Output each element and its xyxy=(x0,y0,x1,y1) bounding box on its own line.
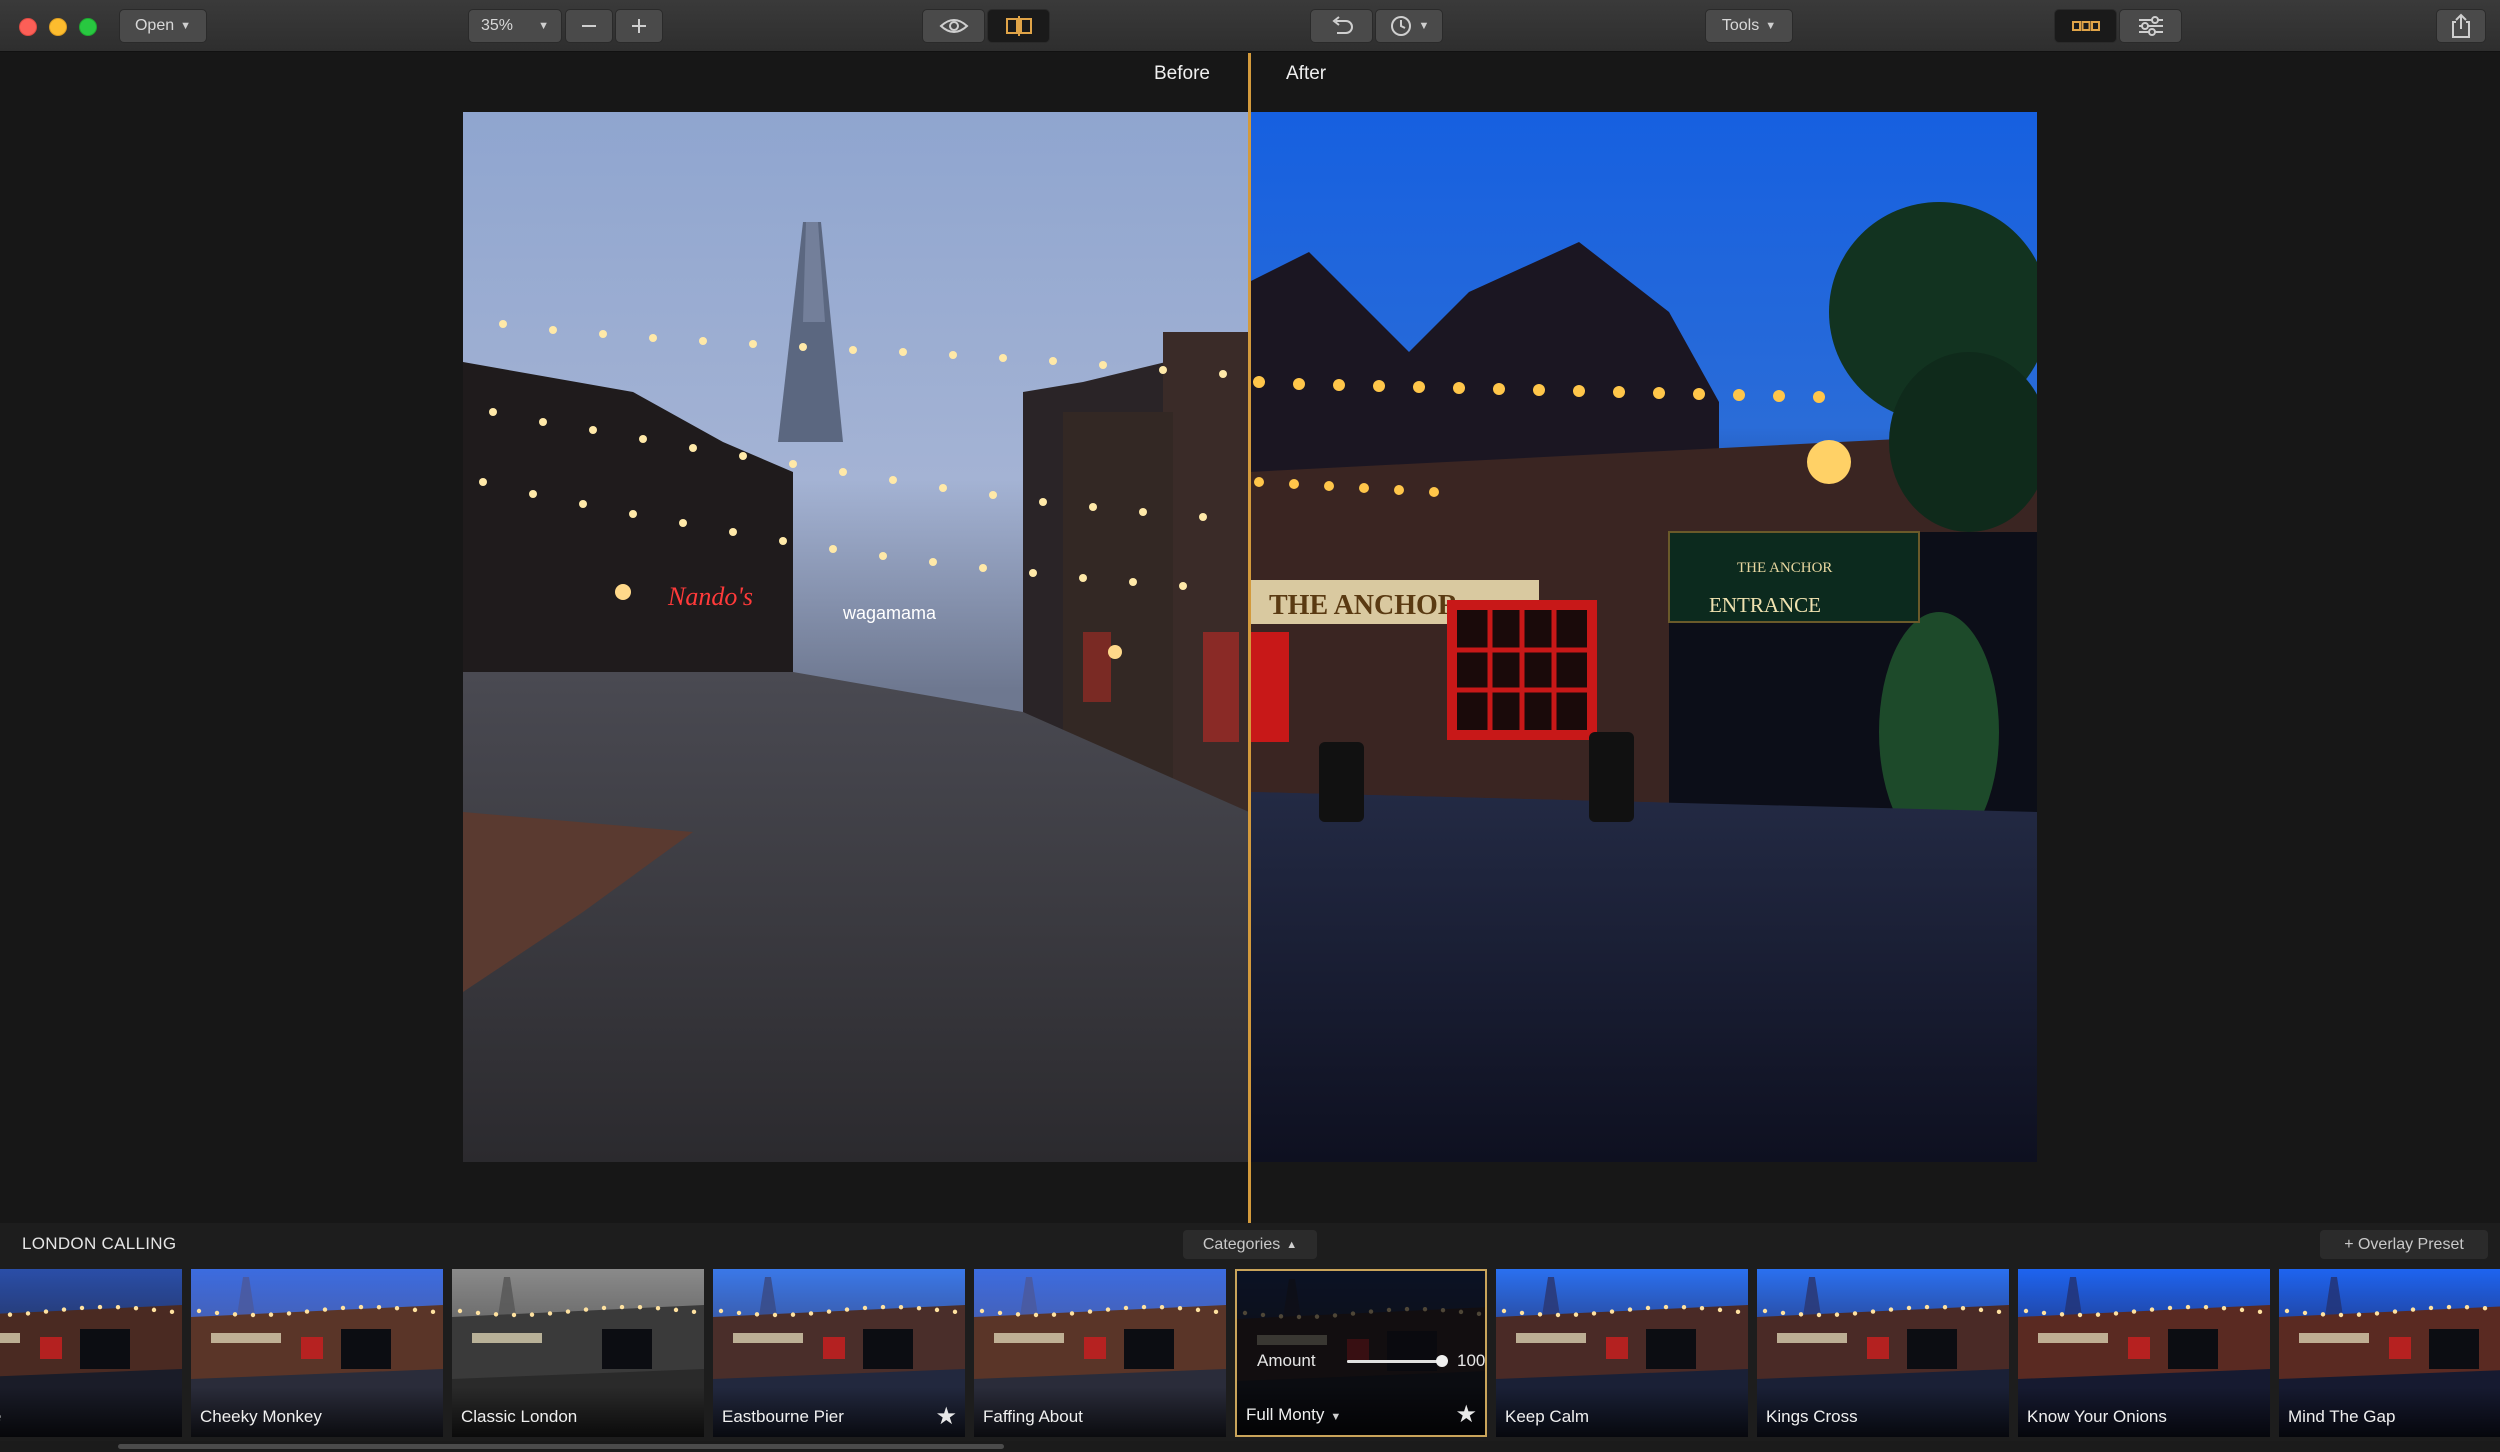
zoom-level-select[interactable]: 35% ▼ xyxy=(468,9,562,43)
zoom-level-value: 35% xyxy=(481,17,514,34)
overlay-preset-button[interactable]: + Overlay Preset xyxy=(2320,1230,2488,1259)
split-compare-icon xyxy=(1005,16,1032,36)
undo-button[interactable] xyxy=(1310,9,1373,43)
preset-name: Faffing About xyxy=(983,1407,1083,1426)
share-button[interactable] xyxy=(2436,9,2486,43)
plus-icon xyxy=(632,19,646,33)
overlay-preset-label: + Overlay Preset xyxy=(2344,1235,2464,1253)
tools-menu-button[interactable]: Tools ▼ xyxy=(1705,9,1793,43)
preset-thumbnail[interactable]: Kings Cross xyxy=(1757,1269,2009,1437)
preset-thumbnail[interactable]: Cheeky Monkey xyxy=(191,1269,443,1437)
preset-thumbnail[interactable]: Keep Calm xyxy=(1496,1269,1748,1437)
categories-label: Categories xyxy=(1202,1235,1281,1253)
filmstrip-header: LONDON CALLING Categories ▲ + Overlay Pr… xyxy=(0,1223,2500,1266)
preset-thumbnail[interactable]: Know Your Onions xyxy=(2018,1269,2270,1437)
svg-text:wagamama: wagamama xyxy=(842,603,937,623)
preset-name: Kings Cross xyxy=(1766,1407,1858,1426)
zoom-window-button[interactable] xyxy=(79,18,97,36)
filmstrip-scrollbar-thumb[interactable] xyxy=(118,1444,1004,1449)
amount-slider-fill xyxy=(1347,1360,1442,1363)
tools-button-label: Tools xyxy=(1721,17,1760,34)
top-toolbar: Open ▼ 35% ▼ ▼ Tools ▼ xyxy=(0,0,2500,52)
svg-text:ENTRANCE: ENTRANCE xyxy=(1709,593,1821,617)
svg-text:THE ANCHOR: THE ANCHOR xyxy=(1269,590,1459,621)
svg-text:Nando's: Nando's xyxy=(667,582,753,611)
preset-name: n Castle xyxy=(0,1407,1,1427)
after-photo: THE ANCHOR THE ANCHOR ENTRANCE xyxy=(1249,112,2037,1162)
preset-thumbnail[interactable]: Classic London xyxy=(452,1269,704,1437)
chevron-down-icon[interactable]: ▼ xyxy=(1330,1411,1341,1423)
favorite-star-icon[interactable]: ★ xyxy=(935,1402,957,1431)
amount-value: 100 xyxy=(1457,1351,1486,1370)
amount-label: Amount xyxy=(1257,1351,1316,1370)
collection-title: LONDON CALLING xyxy=(22,1234,177,1253)
amount-slider-knob[interactable] xyxy=(1436,1355,1448,1367)
open-button[interactable]: Open ▼ xyxy=(119,9,207,43)
filmstrip-scrollbar[interactable] xyxy=(0,1441,2500,1452)
chevron-down-icon: ▼ xyxy=(538,20,549,32)
minimize-window-button[interactable] xyxy=(49,18,67,36)
svg-text:THE ANCHOR: THE ANCHOR xyxy=(1737,560,1832,576)
preset-name: Cheeky Monkey xyxy=(200,1407,322,1426)
preset-name: Mind The Gap xyxy=(2288,1407,2396,1426)
amount-slider[interactable] xyxy=(1347,1355,1448,1367)
chevron-down-icon: ▼ xyxy=(180,20,192,32)
after-label: After xyxy=(1286,63,1327,84)
eye-icon xyxy=(939,19,968,33)
close-window-button[interactable] xyxy=(19,18,37,36)
before-label: Before xyxy=(1154,63,1210,84)
preset-name: Eastbourne Pier xyxy=(722,1407,844,1426)
minus-icon xyxy=(582,25,596,27)
chevron-up-icon: ▲ xyxy=(1286,1238,1298,1251)
presets-filmstrip: LONDON CALLING Categories ▲ + Overlay Pr… xyxy=(0,1223,2500,1452)
sliders-icon xyxy=(2138,16,2163,36)
open-button-label: Open xyxy=(134,17,175,34)
undo-icon xyxy=(1331,16,1353,34)
preset-thumbnail[interactable]: Faffing About xyxy=(974,1269,1226,1437)
zoom-in-button[interactable] xyxy=(615,9,663,43)
before-photo-image: Nando's wagamama xyxy=(463,112,1249,1162)
chevron-down-icon: ▼ xyxy=(1418,20,1430,32)
clock-icon xyxy=(1390,16,1411,36)
zoom-out-button[interactable] xyxy=(565,9,613,43)
chevron-down-icon: ▼ xyxy=(1765,20,1777,32)
adjustments-view-button[interactable] xyxy=(2119,9,2182,43)
after-photo-image: THE ANCHOR THE ANCHOR ENTRANCE xyxy=(1249,112,2037,1162)
preset-thumbnail-list: n Castle Cheeky Monkey xyxy=(0,1269,2500,1437)
preset-thumbnail[interactable]: Full Monty ▼ ★ Amount 100 xyxy=(1235,1269,1487,1437)
preset-thumbnail[interactable]: Eastbourne Pier ★ xyxy=(713,1269,965,1437)
presets-view-button[interactable] xyxy=(2054,9,2117,43)
preset-thumbnail[interactable]: n Castle xyxy=(0,1269,182,1437)
preview-toggle-button[interactable] xyxy=(922,9,985,43)
presets-view-icon xyxy=(2071,21,2100,31)
compare-split-handle[interactable] xyxy=(1248,53,1251,1223)
preset-name: Know Your Onions xyxy=(2027,1407,2167,1426)
label-shade xyxy=(0,1387,182,1437)
before-photo: Nando's wagamama xyxy=(463,112,1249,1162)
preset-name: Full Monty ▼ xyxy=(1246,1405,1342,1424)
preset-thumbnail[interactable]: Mind The Gap xyxy=(2279,1269,2500,1437)
preset-name: Keep Calm xyxy=(1505,1407,1590,1426)
categories-button[interactable]: Categories ▲ xyxy=(1183,1230,1317,1259)
image-canvas: Before After Nando's wagamama THE ANCHOR… xyxy=(0,53,2500,1223)
amount-slider-row: Amount 100 xyxy=(1257,1349,1485,1373)
history-button[interactable]: ▼ xyxy=(1375,9,1443,43)
compare-toggle-button[interactable] xyxy=(987,9,1050,43)
share-icon xyxy=(2452,13,2470,38)
preset-name: Classic London xyxy=(461,1407,578,1426)
favorite-star-icon[interactable]: ★ xyxy=(1455,1400,1477,1429)
